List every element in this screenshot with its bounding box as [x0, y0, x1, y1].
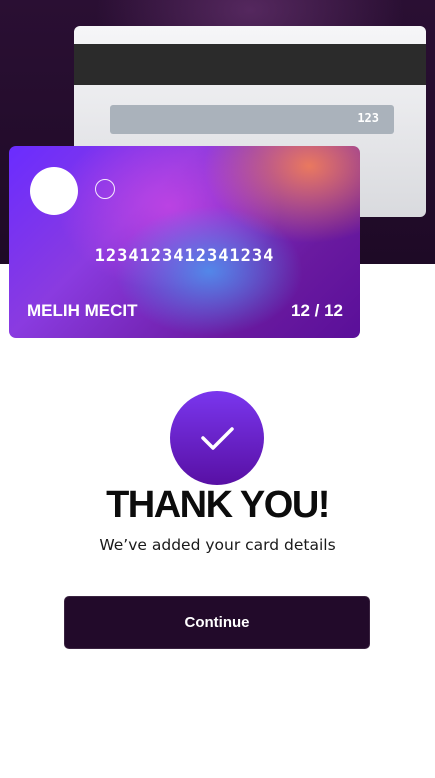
card-preview-area: 123 1234123412341234 MELIH MECIT 12 / 12 — [0, 0, 435, 338]
card-logo-ring — [95, 179, 115, 199]
success-badge — [170, 391, 264, 485]
card-holder-name: MELIH MECIT — [27, 301, 138, 320]
card-logo-circle — [30, 167, 78, 215]
thank-you-title: THANK YOU! — [106, 484, 330, 526]
card-expiry: 12 / 12 — [291, 301, 343, 320]
continue-button[interactable]: Continue — [64, 596, 370, 649]
magnetic-stripe — [74, 44, 426, 85]
signature-strip: 123 — [110, 105, 394, 134]
card-number: 1234123412341234 — [94, 246, 275, 266]
card-front: 1234123412341234 MELIH MECIT 12 / 12 — [9, 146, 360, 338]
checkmark-icon — [201, 427, 234, 450]
card-cvv: 123 — [357, 111, 379, 125]
thank-you-subtitle: We’ve added your card details — [99, 536, 336, 554]
